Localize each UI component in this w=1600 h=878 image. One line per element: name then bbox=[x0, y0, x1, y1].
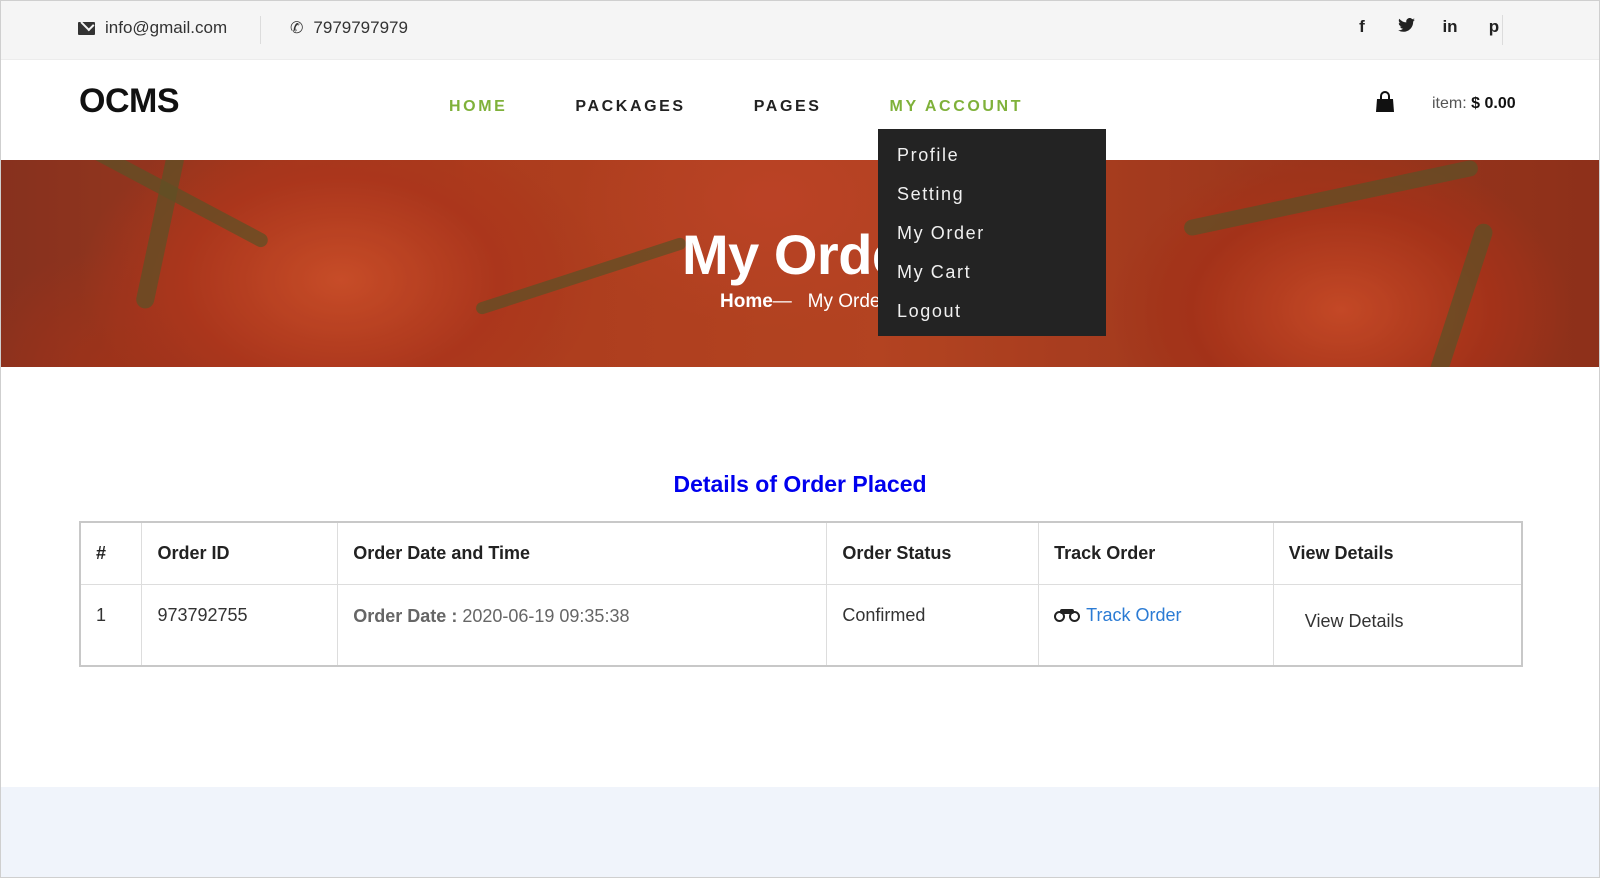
twitter-icon[interactable] bbox=[1397, 17, 1415, 37]
motorcycle-icon bbox=[1054, 608, 1081, 622]
linkedin-icon[interactable]: in bbox=[1441, 17, 1459, 37]
divider bbox=[260, 16, 261, 44]
order-status: Confirmed bbox=[826, 583, 1040, 667]
orders-table: # Order ID Order Date and Time Order Sta… bbox=[79, 521, 1523, 667]
cart-amount: $ 0.00 bbox=[1471, 95, 1516, 112]
section-title: Details of Order Placed bbox=[673, 471, 927, 497]
phone-contact[interactable]: ✆ 7979797979 bbox=[290, 18, 408, 38]
table-row: 1 973792755 Order Date : 2020-06-19 09:3… bbox=[79, 583, 1523, 667]
column-header-order-id: Order ID bbox=[141, 521, 339, 585]
social-links: f in p bbox=[1353, 17, 1503, 37]
order-id: 973792755 bbox=[141, 583, 339, 667]
dropdown-item-setting[interactable]: Setting bbox=[878, 181, 1106, 220]
dropdown-item-profile[interactable]: Profile bbox=[878, 142, 1106, 181]
top-bar: info@gmail.com ✆ 7979797979 f in p bbox=[1, 1, 1599, 60]
main-header: OCMS HOME PACKAGES PAGES MY ACCOUNT item… bbox=[1, 60, 1599, 160]
column-header-order-status: Order Status bbox=[826, 521, 1040, 585]
breadcrumb-home[interactable]: Home bbox=[720, 291, 773, 312]
cart-summary[interactable]: item: $ 0.00 bbox=[1432, 95, 1516, 113]
nav-pages[interactable]: PAGES bbox=[754, 98, 822, 116]
column-header-track-order: Track Order bbox=[1038, 521, 1274, 585]
nav-my-account[interactable]: MY ACCOUNT bbox=[890, 98, 1024, 116]
email-contact[interactable]: info@gmail.com bbox=[78, 18, 227, 38]
divider bbox=[1502, 15, 1503, 45]
my-account-dropdown: Profile Setting My Order My Cart Logout bbox=[878, 129, 1106, 336]
email-text: info@gmail.com bbox=[105, 18, 228, 37]
order-date-value: 2020-06-19 09:35:38 bbox=[462, 605, 630, 626]
column-header-number: # bbox=[79, 521, 143, 585]
shopping-bag-icon[interactable] bbox=[1374, 91, 1396, 113]
footer-band bbox=[1, 787, 1599, 877]
view-details-link[interactable]: View Details bbox=[1272, 583, 1523, 667]
phone-text: 7979797979 bbox=[313, 18, 408, 37]
breadcrumb: Home— My Order bbox=[720, 291, 887, 313]
nav-home[interactable]: HOME bbox=[449, 98, 507, 116]
row-number: 1 bbox=[79, 583, 143, 667]
track-order-link[interactable]: Track Order bbox=[1086, 605, 1181, 625]
order-date-label: Order Date : bbox=[353, 605, 458, 626]
dropdown-item-my-cart[interactable]: My Cart bbox=[878, 259, 1106, 298]
pinterest-icon[interactable]: p bbox=[1485, 17, 1503, 37]
phone-icon: ✆ bbox=[290, 20, 304, 37]
facebook-icon[interactable]: f bbox=[1353, 17, 1371, 37]
cart-label: item: bbox=[1432, 95, 1467, 112]
column-header-order-date: Order Date and Time bbox=[337, 521, 828, 585]
track-order-cell: Track Order bbox=[1038, 583, 1274, 667]
column-header-view-details: View Details bbox=[1272, 521, 1523, 585]
logo[interactable]: OCMS bbox=[79, 82, 180, 121]
table-header-row: # Order ID Order Date and Time Order Sta… bbox=[79, 521, 1523, 585]
breadcrumb-current: My Order bbox=[807, 291, 887, 312]
envelope-icon bbox=[78, 21, 95, 35]
breadcrumb-separator: — bbox=[772, 291, 792, 312]
main-nav: HOME PACKAGES PAGES MY ACCOUNT bbox=[449, 98, 1023, 116]
dropdown-item-logout[interactable]: Logout bbox=[878, 298, 1106, 337]
nav-packages[interactable]: PACKAGES bbox=[575, 98, 685, 116]
order-date-cell: Order Date : 2020-06-19 09:35:38 bbox=[337, 583, 828, 667]
page-banner: My Order Home— My Order bbox=[1, 160, 1599, 367]
dropdown-item-my-order[interactable]: My Order bbox=[878, 220, 1106, 259]
page: info@gmail.com ✆ 7979797979 f in p OCMS … bbox=[0, 0, 1600, 878]
